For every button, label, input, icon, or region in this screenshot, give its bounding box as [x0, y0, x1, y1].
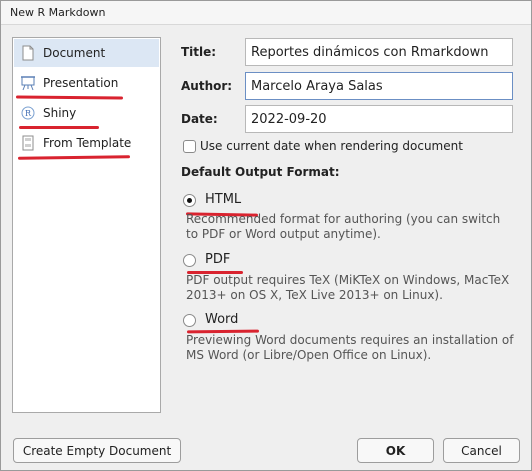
use-current-date-checkbox[interactable] — [183, 140, 196, 153]
sidebar-item-from-template[interactable]: From Template — [14, 129, 159, 157]
sidebar-item-label: Shiny — [43, 106, 77, 120]
word-description: Previewing Word documents requires an in… — [186, 333, 514, 362]
author-input[interactable] — [245, 72, 513, 100]
sidebar-item-presentation[interactable]: Presentation — [14, 69, 159, 97]
sidebar-item-label: From Template — [43, 136, 132, 150]
sidebar-item-shiny[interactable]: R Shiny — [14, 99, 159, 127]
html-radio[interactable] — [183, 194, 196, 207]
window-title: New R Markdown — [10, 6, 106, 19]
new-rmarkdown-dialog: New R Markdown Document Presentation R S… — [0, 0, 532, 471]
sidebar-item-label: Presentation — [43, 76, 119, 90]
svg-text:R: R — [25, 109, 32, 118]
title-label: Title: — [181, 45, 217, 59]
word-radio-label[interactable]: Word — [205, 312, 238, 327]
ok-button[interactable]: OK — [357, 438, 434, 463]
presentation-icon — [21, 76, 35, 91]
annotation-underline — [19, 126, 99, 129]
date-label: Date: — [181, 112, 218, 126]
title-bar: New R Markdown — [1, 1, 531, 25]
cancel-button[interactable]: Cancel — [443, 438, 520, 463]
pdf-radio[interactable] — [183, 254, 196, 267]
sidebar-item-document[interactable]: Document — [14, 39, 159, 67]
template-type-sidebar: Document Presentation R Shiny From Templ… — [12, 37, 161, 413]
title-input[interactable] — [245, 38, 513, 66]
date-input[interactable] — [245, 105, 513, 133]
create-empty-document-button[interactable]: Create Empty Document — [13, 438, 181, 463]
html-description: Recommended format for authoring (you ca… — [186, 212, 501, 241]
word-radio[interactable] — [183, 314, 196, 327]
use-current-date-label[interactable]: Use current date when rendering document — [200, 139, 463, 153]
template-icon — [22, 135, 34, 151]
sidebar-item-label: Document — [43, 46, 106, 60]
author-label: Author: — [181, 79, 233, 93]
pdf-radio-label[interactable]: PDF — [205, 252, 230, 267]
document-icon — [22, 45, 34, 61]
output-format-heading: Default Output Format: — [181, 165, 340, 179]
html-radio-label[interactable]: HTML — [205, 192, 241, 207]
pdf-description: PDF output requires TeX (MiKTeX on Windo… — [186, 273, 510, 302]
shiny-r-icon: R — [21, 106, 35, 120]
